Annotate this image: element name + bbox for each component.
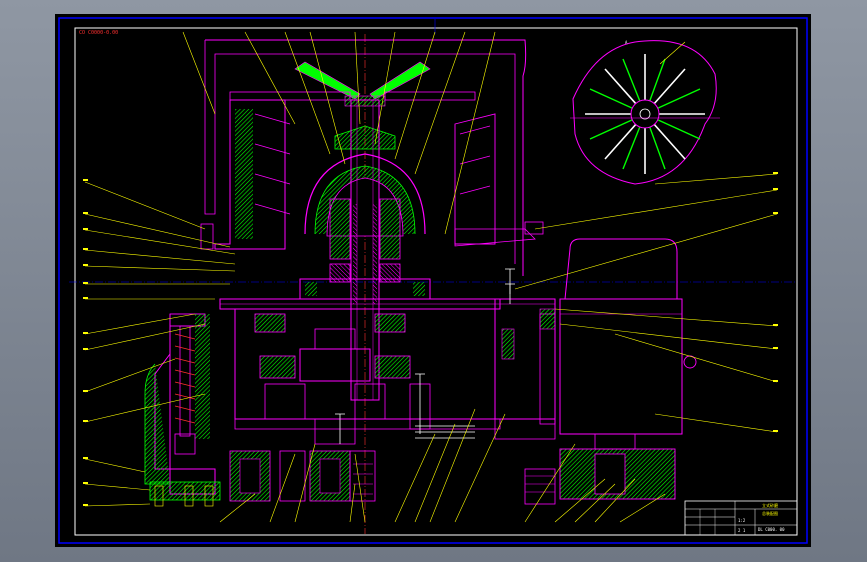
hopper — [204, 39, 527, 276]
leader-lines-right — [514, 173, 778, 433]
electric-motor — [539, 238, 697, 450]
title-sheet: 2 1 — [738, 528, 746, 533]
title-block: 立式砂磨 总装配图 1:2 DL C000. 00 2 1 — [684, 500, 798, 536]
cad-viewport[interactable]: CO C0000-0.00 A 立式砂磨 总装配图 1:2 DL C000. 0… — [55, 14, 811, 547]
left-bracket — [144, 313, 221, 507]
rotor-dome — [304, 125, 426, 237]
title-scale: 1:2 — [738, 518, 746, 523]
blade-disc-detail: A — [570, 40, 720, 185]
inner-frame — [74, 27, 798, 536]
title-line-1: 立式砂磨 — [762, 502, 778, 508]
bottom-housing-right — [524, 448, 676, 505]
leader-lines-top — [182, 31, 686, 235]
title-line-2: 总装配图 — [762, 510, 778, 516]
frame-code: CO C0000-0.00 — [79, 30, 118, 36]
gear-pair — [254, 313, 411, 382]
assembly-drawing[interactable]: CO C0000-0.00 A 立式砂磨 总装配图 1:2 DL C000. 0… — [55, 14, 811, 547]
outer-frame — [58, 17, 808, 544]
svg-text:A: A — [625, 40, 628, 45]
title-drawing-number: DL C000. 00 — [758, 527, 785, 532]
